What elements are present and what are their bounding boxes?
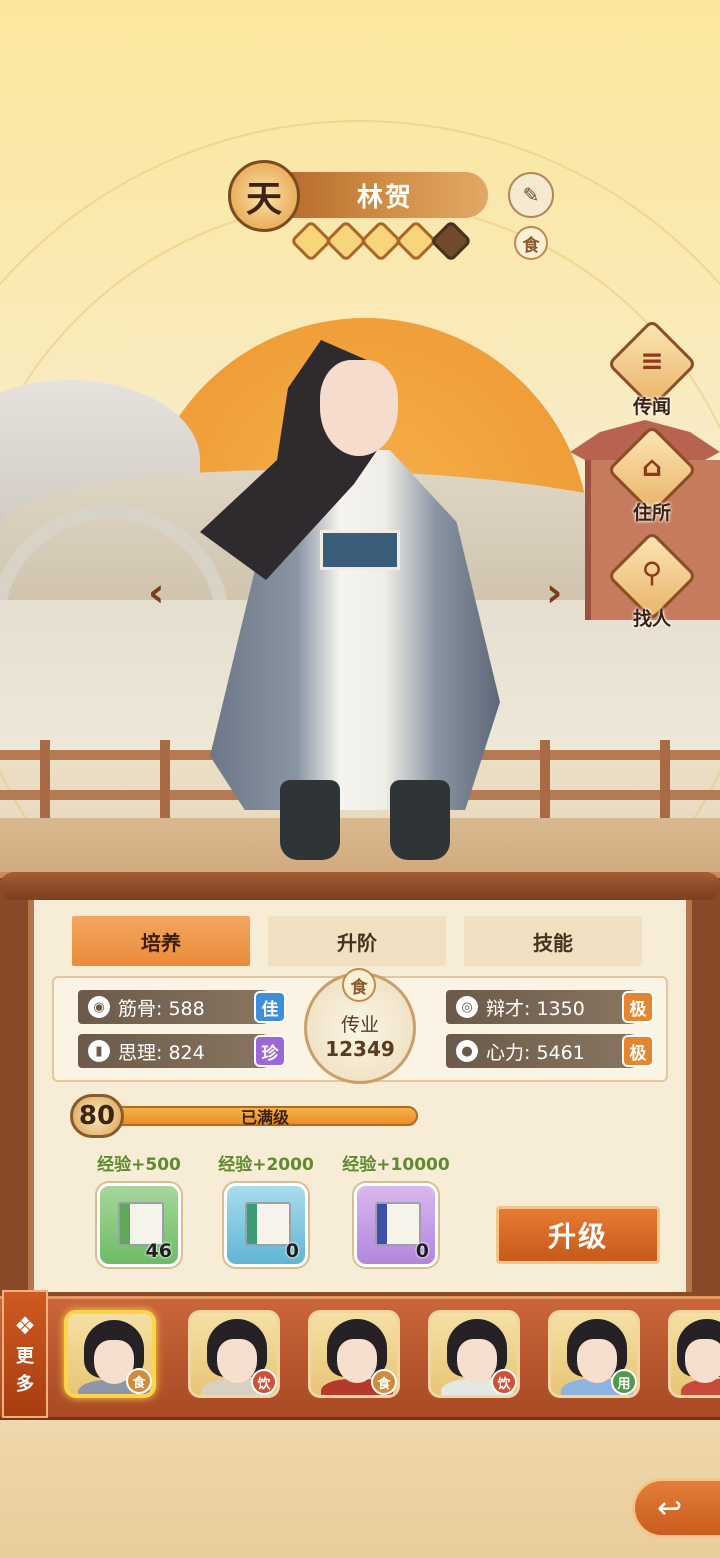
side-button-rumors[interactable]: ≡ 传闻 (606, 318, 698, 422)
character-name: 林贺 (280, 170, 490, 220)
stat-label: 心力: 5461 (486, 1041, 585, 1064)
upgrade-button[interactable]: 升级 (496, 1206, 660, 1264)
tab-skills[interactable]: 技能 (464, 916, 642, 966)
bottom-background (0, 1420, 720, 1558)
side-button-residence[interactable]: ⌂ 住所 (606, 424, 698, 528)
next-arrow-icon[interactable]: › (546, 570, 562, 616)
book-icon (375, 1202, 421, 1246)
grade-badge: 佳 (254, 991, 286, 1023)
portrait-type-tag: 饮 (251, 1369, 277, 1395)
center-type-tag: 食 (342, 968, 376, 1002)
book-icon (245, 1202, 291, 1246)
star-rating (289, 219, 473, 263)
edit-pencil-icon[interactable]: ✎ (508, 172, 554, 218)
grade-badge: 极 (622, 991, 654, 1023)
back-arrow-icon[interactable]: ↩ (632, 1478, 720, 1538)
portrait-type-tag: 用 (611, 1369, 637, 1395)
level-badge: 80 (70, 1094, 124, 1138)
exp-item-label: 经验+10000 (342, 1155, 450, 1175)
exp-item-500[interactable]: 经验+500 46 (84, 1150, 194, 1267)
book-icon: ▮ (88, 1040, 110, 1062)
exp-item-count: 0 (285, 1240, 299, 1262)
heart-icon: ● (456, 1040, 478, 1062)
level-status: 已满级 (240, 1108, 289, 1127)
roster-portrait-partial[interactable] (668, 1310, 720, 1398)
more-button[interactable]: ❖ 更 多 (2, 1290, 48, 1418)
exp-book-slot[interactable]: 0 (224, 1183, 308, 1267)
exp-item-label: 经验+500 (97, 1155, 181, 1175)
type-tag: 食 (514, 226, 548, 260)
prev-arrow-icon[interactable]: ‹ (148, 570, 164, 616)
exp-item-count: 0 (415, 1240, 429, 1262)
grade-badge: 极 (622, 1035, 654, 1067)
stat-bian-cai: ◎ 辩才: 1350 极 (446, 990, 654, 1024)
stat-label: 辩才: 1350 (486, 997, 585, 1020)
exp-item-label: 经验+2000 (218, 1155, 314, 1175)
panel-tabs: 培养 升阶 技能 (72, 916, 642, 966)
exp-item-count: 46 (145, 1240, 172, 1262)
stat-si-li: ▮ 思理: 824 珍 (78, 1034, 286, 1068)
side-button-label: 传闻 (632, 396, 671, 418)
tab-promote[interactable]: 升阶 (268, 916, 446, 966)
eye-icon: ◎ (456, 996, 478, 1018)
more-label: 更 (16, 1346, 34, 1367)
total-power-label: 传业 (340, 1013, 379, 1036)
character-name-header: 天 林贺 (228, 160, 528, 232)
portrait-type-tag: 食 (126, 1368, 152, 1394)
roster-portrait[interactable]: 饮 (188, 1310, 280, 1398)
exp-book-slot[interactable]: 46 (97, 1183, 181, 1267)
roster-portrait[interactable]: 食 (308, 1310, 400, 1398)
exp-book-slot[interactable]: 0 (354, 1183, 438, 1267)
exp-item-10000[interactable]: 经验+10000 0 (341, 1150, 451, 1267)
books-icon (320, 530, 400, 570)
exp-item-2000[interactable]: 经验+2000 0 (211, 1150, 321, 1267)
roster-portrait-selected[interactable]: 食 (64, 1310, 156, 1398)
muscle-icon: ◉ (88, 996, 110, 1018)
stat-xin-li: ● 心力: 5461 极 (446, 1034, 654, 1068)
more-label: 多 (16, 1374, 34, 1395)
panel-top-bar (0, 872, 720, 900)
tab-train[interactable]: 培养 (72, 916, 250, 966)
roster-portrait[interactable]: 饮 (428, 1310, 520, 1398)
roster-portrait[interactable]: 用 (548, 1310, 640, 1398)
diamond-grid-icon: ❖ (14, 1312, 36, 1340)
grade-badge: 珍 (254, 1035, 286, 1067)
stat-label: 筋骨: 588 (118, 997, 205, 1020)
portrait-type-tag: 食 (371, 1369, 397, 1395)
portrait-type-tag: 饮 (491, 1369, 517, 1395)
stat-label: 思理: 824 (118, 1041, 205, 1064)
character-portrait (170, 300, 530, 880)
level-progress-bar: 已满级 (112, 1106, 418, 1127)
side-button-label: 找人 (632, 608, 671, 630)
side-button-label: 住所 (632, 502, 671, 524)
stat-jin-gu: ◉ 筋骨: 588 佳 (78, 990, 286, 1024)
total-power-value: 12349 (325, 1036, 395, 1061)
tier-badge: 天 (228, 160, 300, 232)
side-button-find-person[interactable]: ⚲ 找人 (606, 530, 698, 634)
star-empty-icon (429, 219, 473, 263)
